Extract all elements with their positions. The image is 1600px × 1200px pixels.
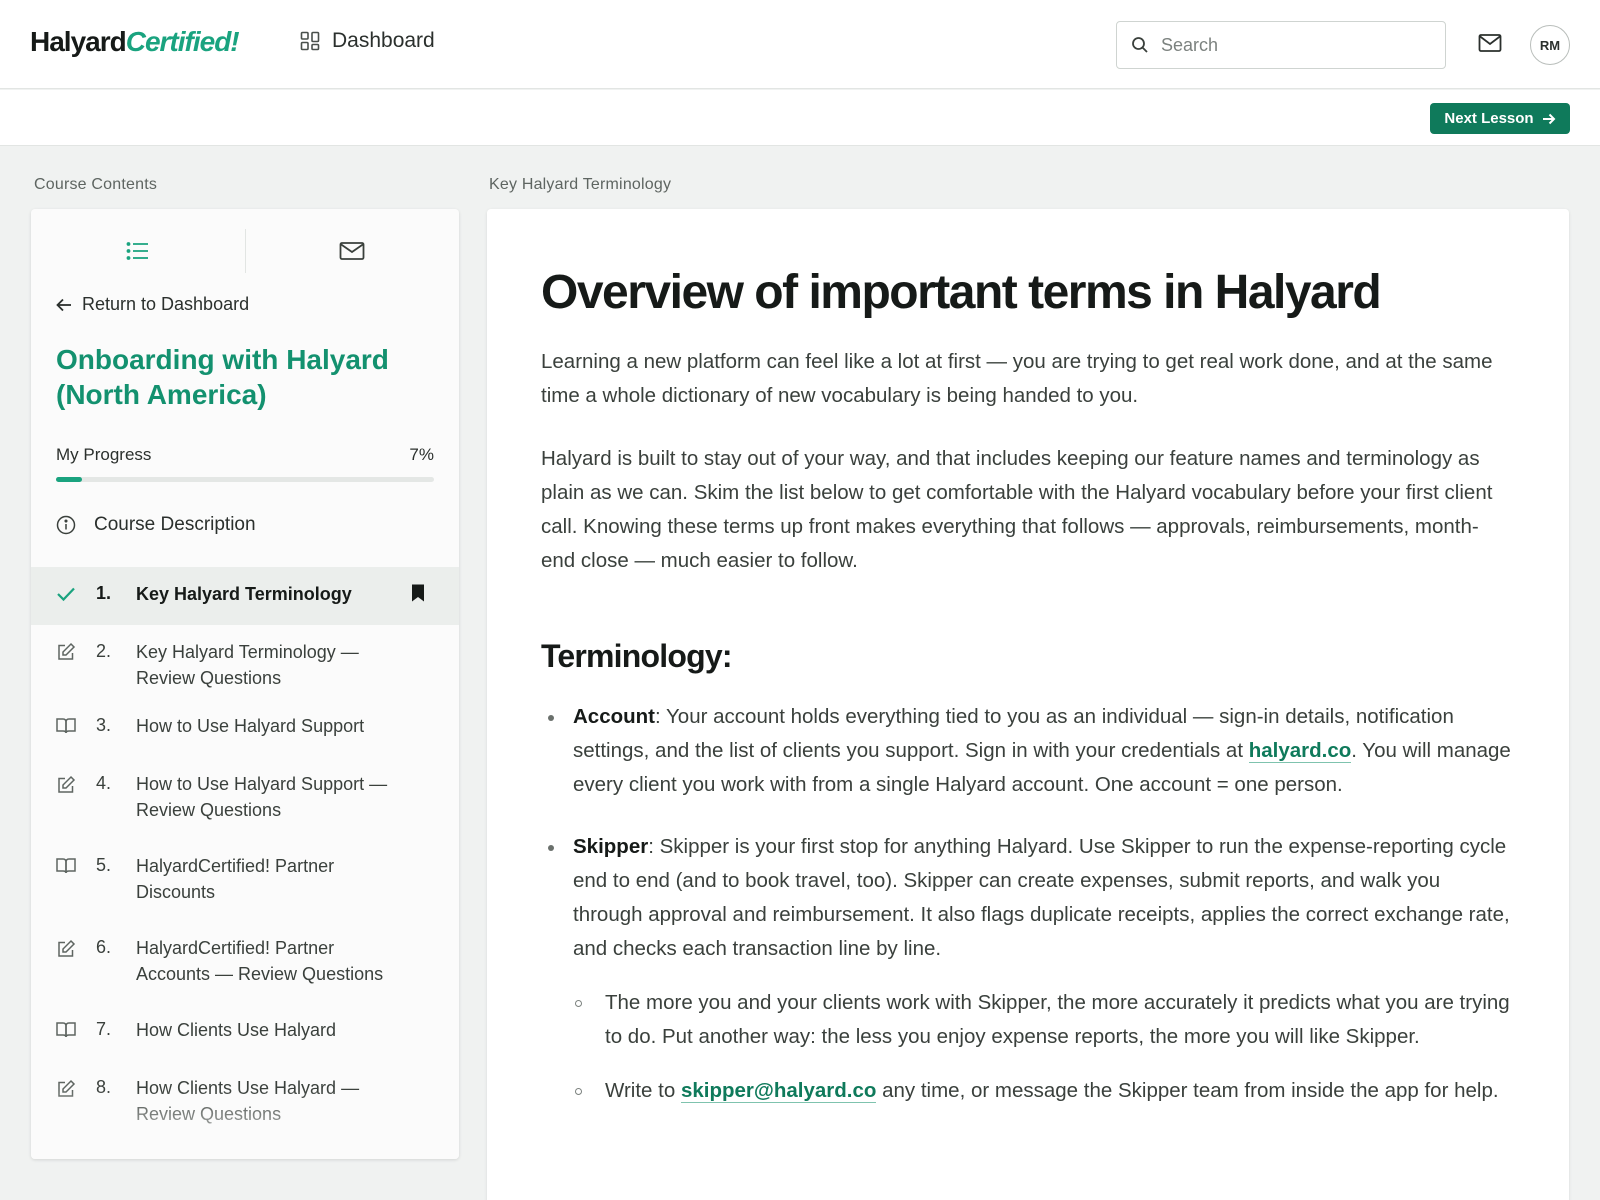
lesson-item[interactable]: 3. How to Use Halyard Support (31, 707, 459, 765)
user-avatar[interactable]: RM (1530, 25, 1570, 65)
skipper-subpoint: Write to skipper@halyard.co any time, or… (575, 1074, 1511, 1108)
lesson-title: How to Use Halyard Support — Review Ques… (136, 774, 388, 820)
brand-logo[interactable]: HalyardCertified! (30, 26, 240, 58)
lesson-number: 2. (96, 641, 112, 661)
list-icon (126, 242, 148, 260)
next-lesson-label: Next Lesson (1444, 110, 1534, 127)
course-description-link[interactable]: Course Description (56, 514, 256, 536)
lesson-number: 7. (96, 1019, 112, 1039)
info-icon (56, 515, 76, 535)
skipper-subpoint: The more you and your clients work with … (575, 986, 1511, 1054)
lesson-section-label: Key Halyard Terminology (489, 176, 672, 193)
lesson-item[interactable]: 2. Key Halyard Terminology — Review Ques… (31, 625, 459, 707)
lesson-number: 5. (96, 855, 112, 875)
book-icon (56, 718, 76, 734)
lesson-number: 6. (96, 937, 112, 957)
lesson-content: Overview of important terms in Halyard L… (487, 209, 1569, 1200)
lesson-number: 8. (96, 1077, 112, 1097)
tab-messages[interactable] (245, 229, 459, 273)
return-to-dashboard-link[interactable]: Return to Dashboard (56, 294, 249, 315)
lesson-body: Overview of important terms in Halyard L… (541, 265, 1511, 1108)
halyard-link[interactable]: halyard.co (1248, 739, 1352, 763)
lesson-item[interactable]: 5. HalyardCertified! Partner Discounts (31, 847, 459, 929)
lesson-title: How Clients Use Halyard (136, 1020, 337, 1040)
return-label: Return to Dashboard (82, 294, 250, 314)
edit-icon (58, 642, 76, 660)
course-description-label: Course Description (94, 514, 256, 535)
lesson-item[interactable]: 4. How to Use Halyard Support — Review Q… (31, 765, 459, 847)
skipper-email-link[interactable]: skipper@halyard.co (680, 1079, 877, 1103)
course-contents-label: Course Contents (34, 176, 158, 193)
lesson-item[interactable]: 7. How Clients Use Halyard (31, 1011, 459, 1069)
term-text: : Skipper is your first stop for anythin… (573, 835, 1510, 960)
lesson-title: Key Halyard Terminology — Review Questio… (136, 642, 359, 688)
edit-icon (58, 1079, 76, 1097)
course-sidebar: Return to Dashboard Onboarding with Haly… (31, 209, 459, 1159)
brand-name-part2: Certified! (125, 26, 240, 57)
arrow-left-icon (56, 298, 71, 311)
lesson-item[interactable]: 6. HalyardCertified! Partner Accounts — … (31, 929, 459, 1011)
brand-name-part1: Halyard (30, 26, 127, 57)
lesson-list: 1. Key Halyard Terminology 2. Key Halyar… (31, 567, 459, 1151)
lesson-title: HalyardCertified! Partner Accounts — Rev… (136, 938, 384, 984)
envelope-icon (339, 242, 365, 260)
subpoint-text: The more you and your clients work with … (605, 991, 1510, 1048)
dashboard-label: Dashboard (332, 29, 435, 52)
messages-button[interactable] (1478, 33, 1502, 58)
search-box[interactable] (1116, 21, 1446, 69)
dashboard-link[interactable]: Dashboard (300, 29, 435, 53)
check-icon (57, 587, 75, 602)
envelope-icon (1478, 34, 1502, 52)
lesson-title-heading: Overview of important terms in Halyard (541, 266, 1382, 319)
subpoint-text: Write to (605, 1079, 681, 1102)
term-skipper: Skipper: Skipper is your first stop for … (541, 830, 1511, 966)
lesson-title: How to Use Halyard Support (136, 716, 365, 736)
search-input[interactable] (1161, 34, 1421, 56)
book-icon (56, 858, 76, 874)
lesson-title: Key Halyard Terminology (136, 584, 352, 604)
lesson-number: 1. (96, 583, 112, 603)
arrow-right-icon (1542, 113, 1556, 124)
edit-icon (58, 775, 76, 793)
progress-percent: 7% (409, 445, 434, 464)
lesson-title: How Clients Use Halyard — Review Questio… (136, 1078, 360, 1124)
intro-paragraph-2: Halyard is built to stay out of your way… (541, 447, 1493, 572)
subpoint-text: any time, or message the Skipper team fr… (876, 1079, 1499, 1102)
lesson-item[interactable]: 8. How Clients Use Halyard — Review Ques… (31, 1069, 459, 1151)
lesson-title: HalyardCertified! Partner Discounts (136, 856, 335, 902)
lesson-toolbar: Next Lesson (0, 90, 1600, 146)
term-name: Skipper (573, 835, 649, 858)
course-title: Onboarding with Halyard (North America) (56, 344, 389, 410)
edit-icon (58, 939, 76, 957)
next-lesson-button[interactable]: Next Lesson (1430, 103, 1570, 134)
grid-icon (300, 31, 320, 51)
bookmark-icon[interactable] (411, 584, 425, 602)
top-header: HalyardCertified! Dashboard RM (0, 0, 1600, 89)
progress-label: My Progress (56, 445, 152, 464)
intro-paragraph-1: Learning a new platform can feel like a … (541, 350, 1493, 407)
lesson-item[interactable]: 1. Key Halyard Terminology (31, 567, 459, 625)
terminology-heading: Terminology: (541, 638, 733, 674)
tab-contents[interactable] (31, 229, 245, 273)
lesson-number: 3. (96, 715, 112, 735)
book-icon (56, 1022, 76, 1038)
term-account: Account: Your account holds everything t… (541, 700, 1511, 802)
search-icon (1132, 37, 1148, 53)
term-name: Account (573, 705, 655, 728)
progress-bar (56, 477, 434, 482)
lesson-number: 4. (96, 773, 112, 793)
progress-bar-fill (56, 477, 83, 482)
sidebar-tabs (31, 229, 459, 273)
